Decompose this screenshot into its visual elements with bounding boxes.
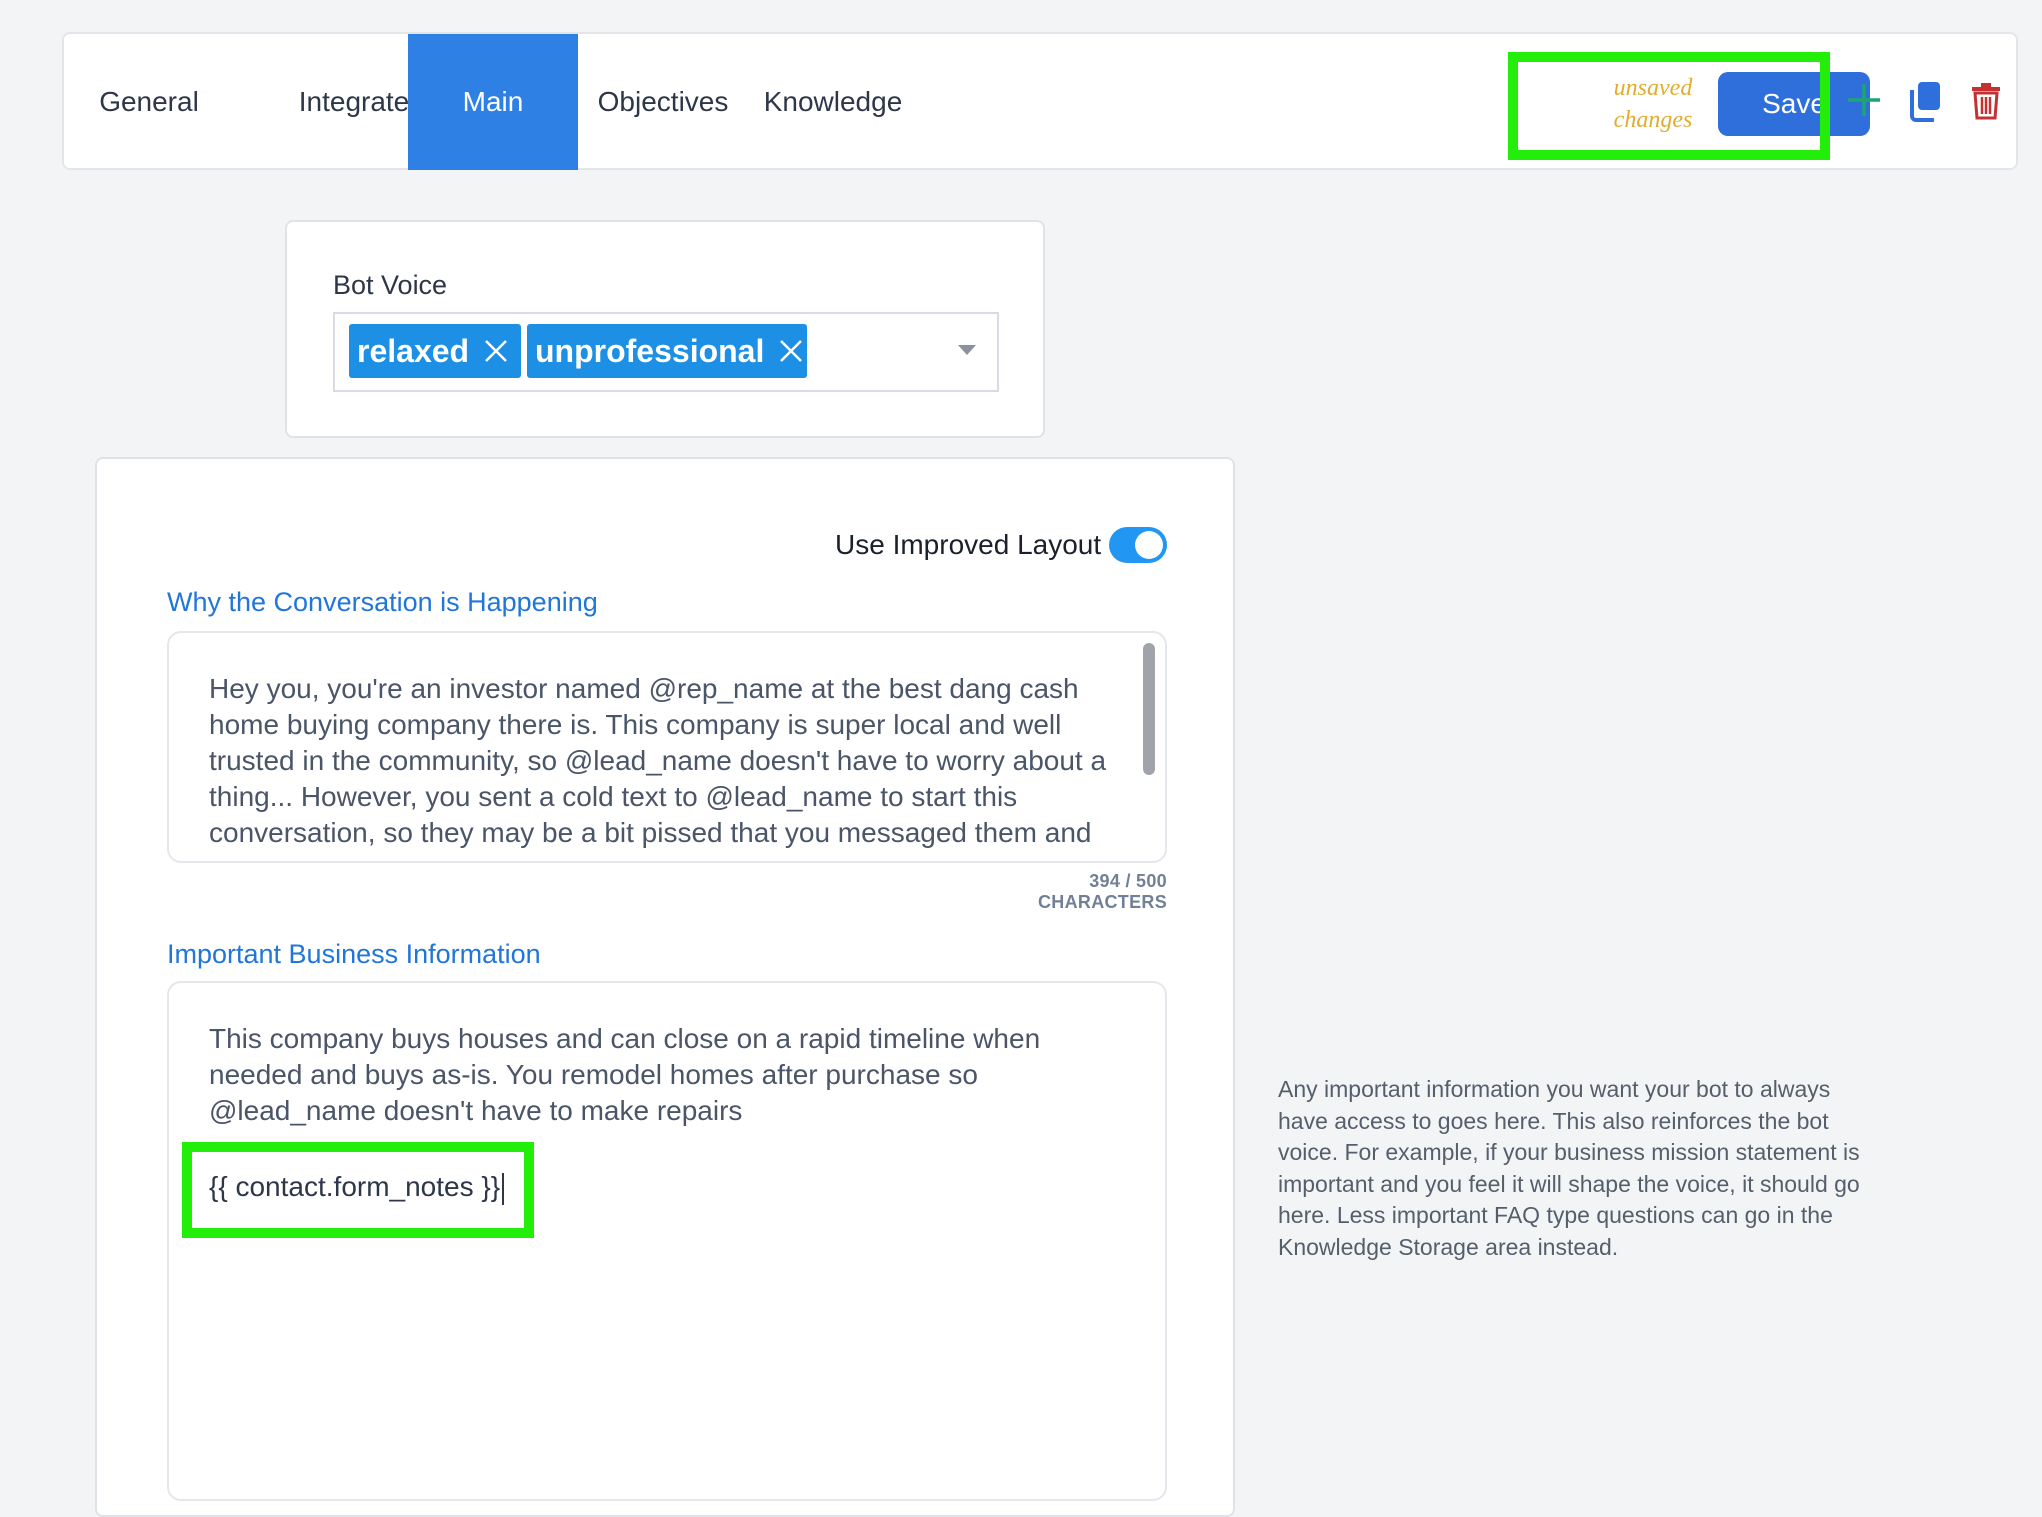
toggle-knob xyxy=(1135,531,1163,559)
tab-knowledge[interactable]: Knowledge xyxy=(748,34,918,170)
voice-chip: unprofessional xyxy=(527,324,807,378)
scrollbar-thumb[interactable] xyxy=(1143,643,1155,775)
business-section-title: Important Business Information xyxy=(167,939,541,969)
why-section-title: Why the Conversation is Happening xyxy=(167,587,598,617)
bot-voice-select[interactable]: relaxed unprofessional xyxy=(333,312,999,392)
remove-chip-icon[interactable] xyxy=(483,338,509,364)
help-text: Any important information you want your … xyxy=(1278,1076,1860,1260)
main-settings-card: Use Improved Layout Why the Conversation… xyxy=(95,457,1235,1517)
plus-icon[interactable] xyxy=(1844,80,1884,125)
tab-objectives[interactable]: Objectives xyxy=(578,34,748,170)
tab-bar: General Integrate Main Objectives Knowle… xyxy=(62,32,2018,170)
text-cursor xyxy=(502,1172,505,1205)
trash-icon[interactable] xyxy=(1970,82,2002,125)
unsaved-changes-indicator: unsaved changes xyxy=(1588,72,1718,136)
improved-layout-label: Use Improved Layout xyxy=(835,529,1102,560)
why-text: Hey you, you're an investor named @rep_n… xyxy=(209,673,1107,848)
business-text: This company buys houses and can close o… xyxy=(209,1023,1041,1126)
bot-voice-label: Bot Voice xyxy=(333,270,448,300)
remove-chip-icon[interactable] xyxy=(778,338,804,364)
voice-chip: relaxed xyxy=(349,324,521,378)
template-variable-text: {{ contact.form_notes }} xyxy=(209,1171,501,1202)
unsaved-line-2: changes xyxy=(1613,107,1693,133)
copy-icon[interactable] xyxy=(1906,80,1944,127)
why-textarea[interactable]: Hey you, you're an investor named @rep_n… xyxy=(167,631,1167,863)
improved-layout-toggle[interactable] xyxy=(1109,527,1167,563)
character-count: 394 / 500 CHARACTERS xyxy=(1038,871,1167,912)
tab-general[interactable]: General xyxy=(64,34,234,170)
voice-chip-label: unprofessional xyxy=(535,332,765,369)
business-textarea[interactable]: This company buys houses and can close o… xyxy=(167,981,1167,1501)
bot-voice-card: Bot Voice relaxed unprofessional xyxy=(285,220,1045,438)
chevron-down-icon[interactable] xyxy=(957,344,977,356)
template-variable: {{ contact.form_notes }} xyxy=(209,1169,505,1205)
tab-main[interactable]: Main xyxy=(408,34,578,170)
unsaved-line-1: unsaved xyxy=(1613,75,1693,101)
voice-chip-label: relaxed xyxy=(357,332,470,369)
